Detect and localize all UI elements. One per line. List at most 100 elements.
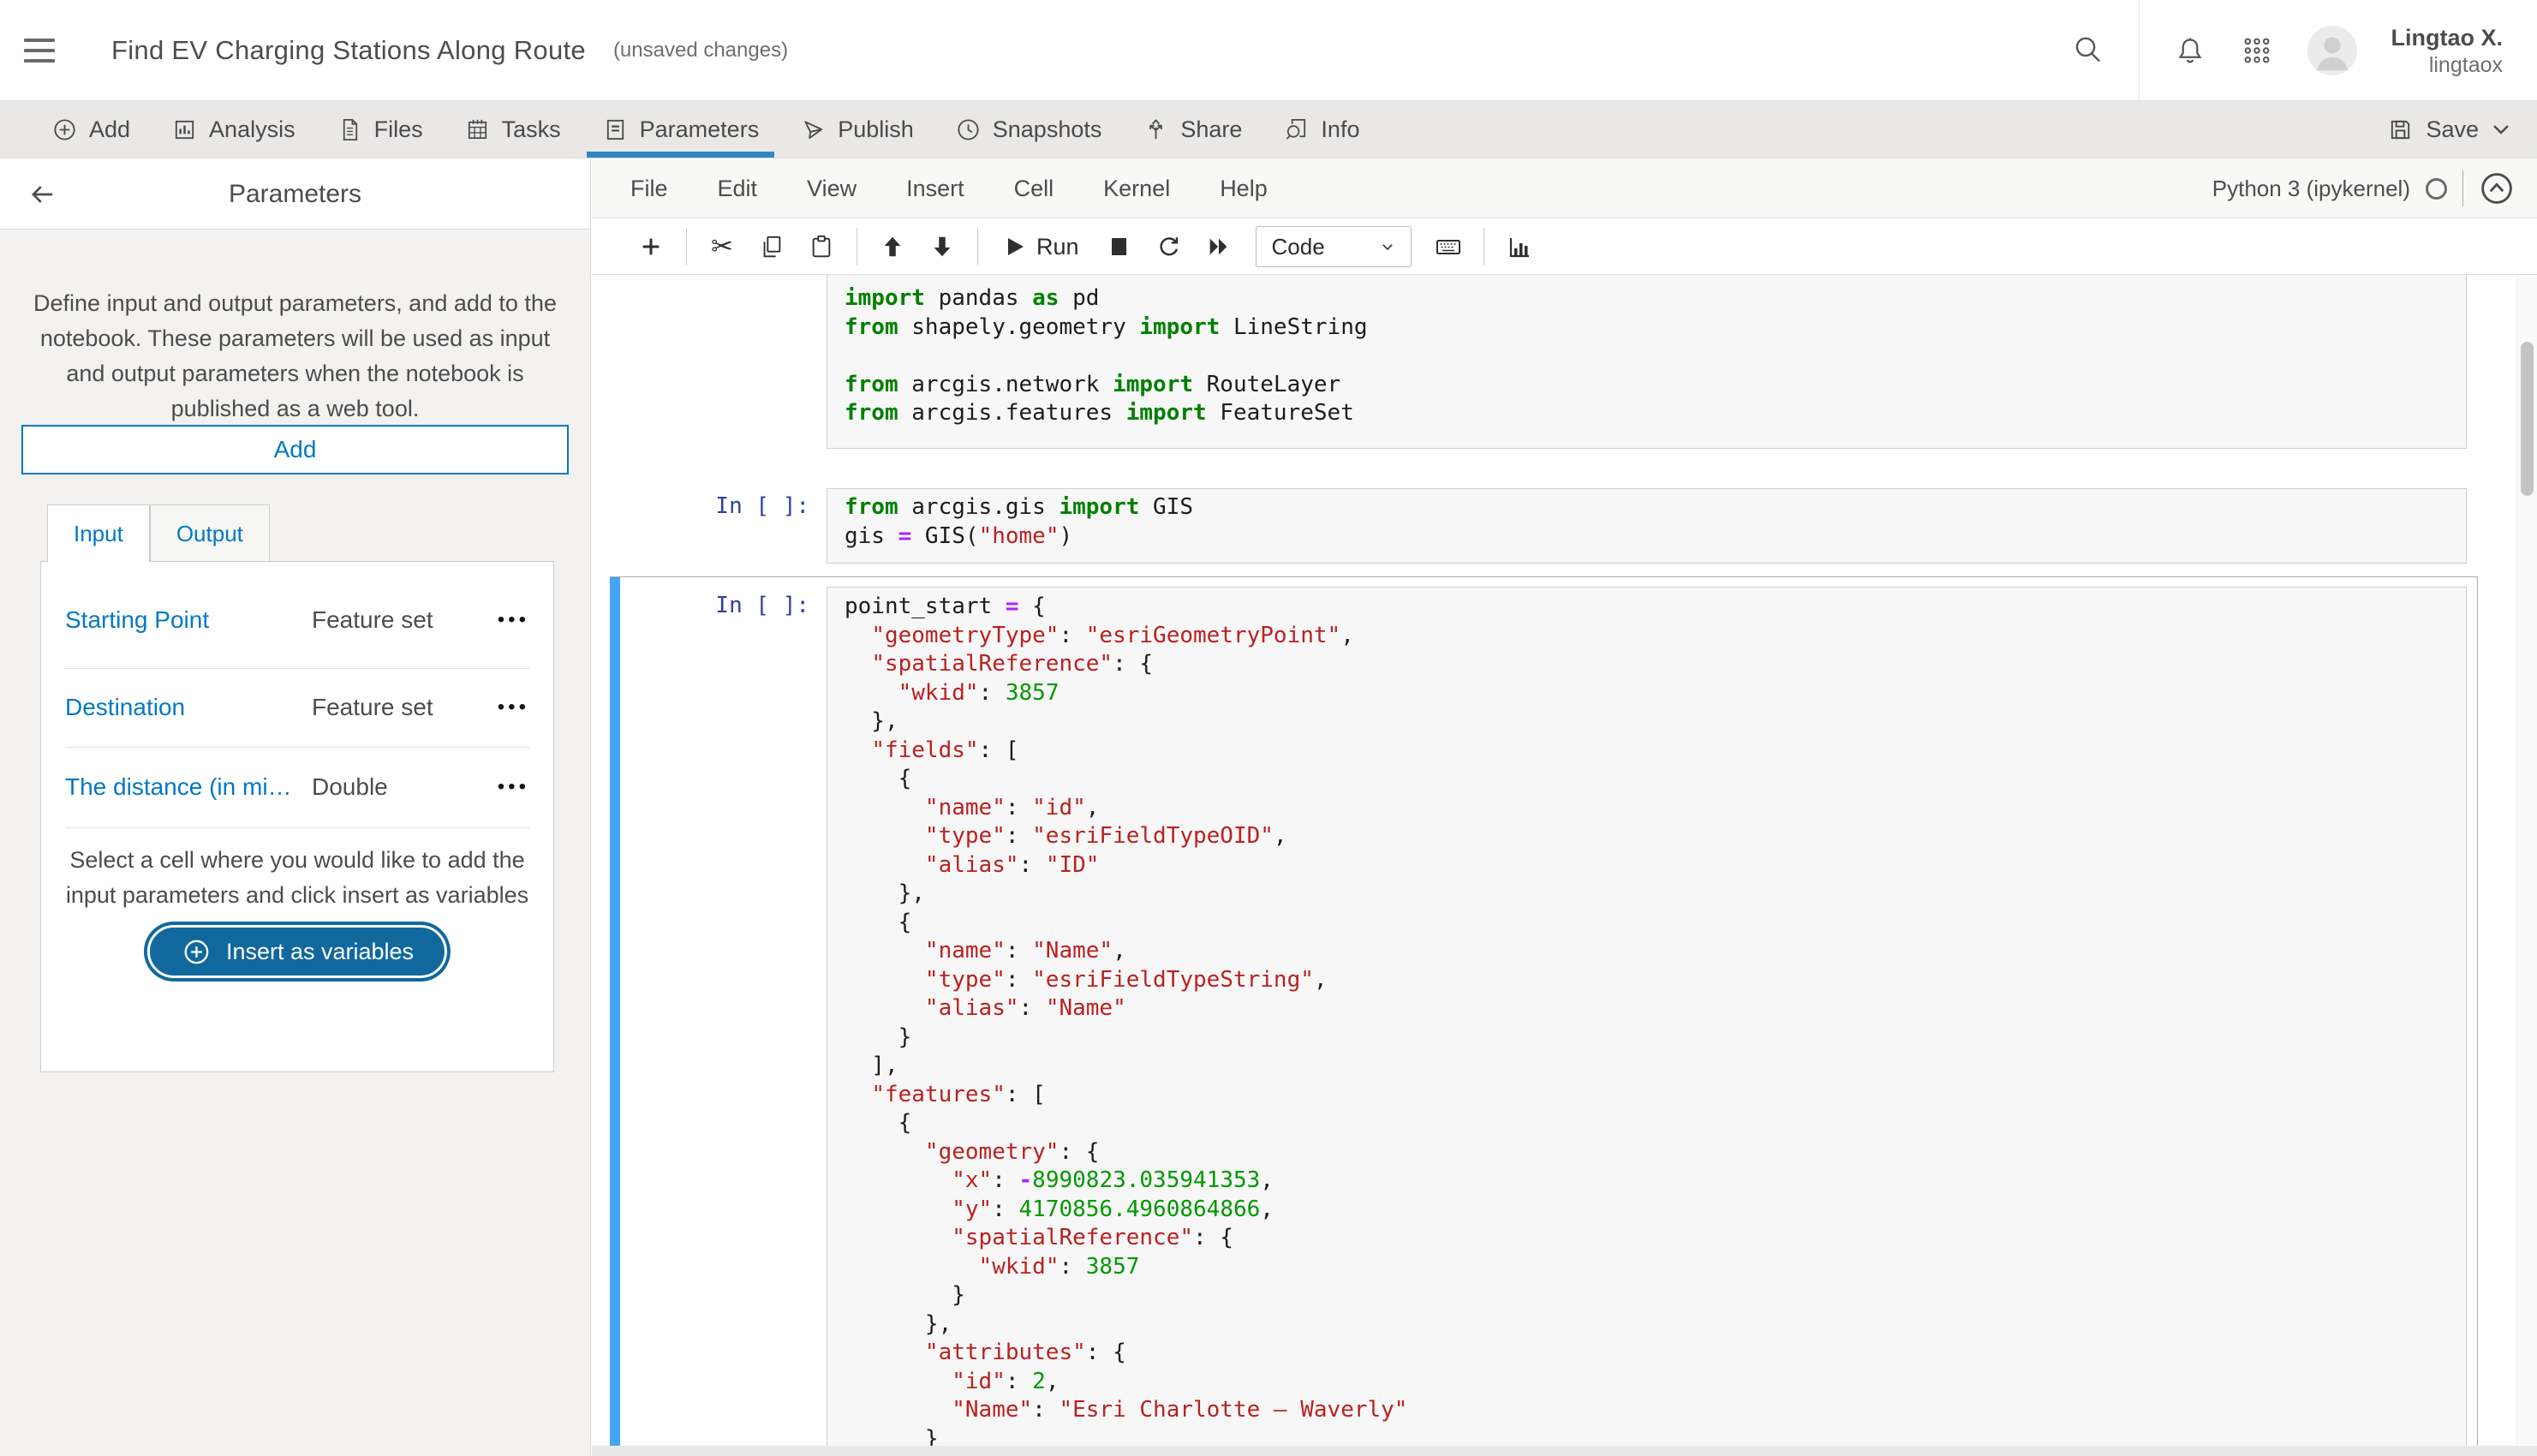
hamburger-menu-icon[interactable]: [24, 32, 55, 69]
toolbar-divider: [686, 228, 687, 266]
scissors-icon: ✂: [711, 231, 733, 261]
menu-view[interactable]: View: [807, 176, 857, 202]
parameters-panel-header: Parameters: [0, 159, 590, 230]
open-command-chart-button[interactable]: [1495, 224, 1544, 269]
panel-title: Parameters: [228, 179, 362, 208]
search-icon[interactable]: [2072, 34, 2104, 67]
ribbon-item-share[interactable]: Share: [1122, 101, 1263, 158]
parameter-more-menu[interactable]: •••: [498, 608, 529, 632]
avatar[interactable]: [2307, 25, 2357, 75]
menu-file[interactable]: File: [630, 176, 668, 202]
notebook-menubar: File Edit View Insert Cell Kernel Help P…: [592, 159, 2537, 218]
ribbon-item-analysis[interactable]: Analysis: [151, 101, 316, 158]
parameter-list-card: Starting Point Feature set ••• Destinati…: [40, 561, 554, 1072]
command-palette-button[interactable]: [1424, 224, 1473, 269]
insert-instruction: Select a cell where you would like to ad…: [65, 847, 529, 908]
app-grid-icon[interactable]: [2241, 34, 2273, 67]
ribbon-label: Share: [1180, 116, 1243, 142]
parameter-more-menu[interactable]: •••: [498, 775, 529, 799]
ribbon-item-add[interactable]: Add: [31, 101, 151, 158]
ribbon-label: Publish: [838, 116, 914, 142]
ribbon-item-info[interactable]: Info: [1263, 101, 1380, 158]
top-header: Find EV Charging Stations Along Route (u…: [0, 0, 2537, 101]
code-cell-gis[interactable]: from arcgis.gis import GIS gis = GIS("hom…: [827, 488, 2467, 564]
add-cell-button[interactable]: [626, 224, 676, 269]
ribbon-item-parameters[interactable]: Parameters: [582, 101, 780, 158]
toolbar-divider: [977, 228, 978, 266]
cell-prompt: In [ ]:: [715, 593, 809, 618]
menu-help[interactable]: Help: [1220, 176, 1268, 202]
notebook-content: import pandas as pd from shapely.geometry…: [592, 275, 2537, 1456]
ribbon-label: Info: [1321, 116, 1360, 142]
parameter-row: Starting Point Feature set •••: [65, 581, 529, 659]
tab-output[interactable]: Output: [149, 504, 270, 563]
header-divider: [2138, 0, 2140, 101]
vertical-scrollbar-thumb[interactable]: [2521, 342, 2534, 496]
vertical-scrollbar[interactable]: [2516, 275, 2537, 1446]
cell-type-value: Code: [1271, 233, 1325, 260]
save-label: Save: [2426, 116, 2479, 142]
run-all-button[interactable]: [1194, 224, 1244, 269]
tab-input[interactable]: Input: [47, 504, 150, 563]
parameters-panel: Parameters Define input and output param…: [0, 159, 591, 1456]
user-block[interactable]: Lingtao X. lingtaox: [2391, 23, 2504, 78]
notebook-toolbar: ✂ Run Code: [592, 219, 2537, 275]
parameter-more-menu[interactable]: •••: [498, 695, 529, 719]
run-cell-button[interactable]: Run: [988, 234, 1095, 260]
parameter-name-link[interactable]: Destination: [65, 694, 312, 721]
add-parameter-button[interactable]: Add: [21, 425, 569, 474]
run-label: Run: [1036, 233, 1079, 260]
parameter-row: The distance (in mi… Double •••: [65, 748, 529, 826]
parameter-type: Feature set: [312, 694, 433, 720]
code-cell-imports[interactable]: import pandas as pd from shapely.geometry…: [827, 275, 2467, 449]
menu-cell[interactable]: Cell: [1014, 176, 1054, 202]
ribbon-label: Snapshots: [992, 116, 1102, 142]
cut-cell-button[interactable]: ✂: [697, 224, 747, 269]
kernel-name: Python 3 (ipykernel): [2212, 175, 2410, 201]
insert-button-label: Insert as variables: [225, 938, 415, 964]
menu-edit[interactable]: Edit: [718, 176, 758, 202]
save-button[interactable]: Save: [2387, 101, 2511, 158]
ribbon-item-tasks[interactable]: Tasks: [444, 101, 582, 158]
ribbon-item-publish[interactable]: Publish: [779, 101, 934, 158]
copy-cell-button[interactable]: [747, 224, 797, 269]
move-cell-down-button[interactable]: [917, 224, 967, 269]
parameter-type: Double: [312, 773, 388, 800]
row-divider: [65, 827, 529, 828]
ribbon-item-files[interactable]: Files: [316, 101, 444, 158]
ribbon-label: Parameters: [639, 116, 760, 142]
selected-cell-indicator: [610, 577, 620, 1456]
parameter-name-link[interactable]: The distance (in mi…: [65, 773, 312, 801]
page-title: Find EV Charging Stations Along Route: [111, 34, 586, 65]
toolbar-divider: [1483, 228, 1484, 266]
run-icon: [1008, 238, 1024, 255]
parameter-row: Destination Feature set •••: [65, 668, 529, 747]
panel-description: Define input and output parameters, and …: [33, 290, 557, 421]
ribbon-item-snapshots[interactable]: Snapshots: [934, 101, 1123, 158]
move-cell-up-button[interactable]: [868, 224, 917, 269]
cell-prompt: In [ ]:: [715, 493, 809, 519]
collapse-header-icon[interactable]: [2479, 170, 2515, 206]
code-cell-point-start[interactable]: point_start = { "geometryType": "esriGeo…: [827, 587, 2467, 1456]
horizontal-scrollbar[interactable]: [592, 1446, 2537, 1456]
notifications-bell-icon[interactable]: [2174, 34, 2206, 67]
chevron-down-icon: [1382, 244, 1393, 251]
user-name: Lingtao X.: [2391, 24, 2504, 51]
chevron-down-icon: [2493, 125, 2509, 134]
notebook-pane: File Edit View Insert Cell Kernel Help P…: [592, 159, 2537, 1456]
plus-circle-icon: [184, 940, 209, 964]
menu-kernel[interactable]: Kernel: [1103, 176, 1170, 202]
kernel-divider: [2462, 170, 2463, 206]
paste-cell-button[interactable]: [797, 224, 846, 269]
ribbon-label: Files: [373, 116, 423, 142]
insert-as-variables-button[interactable]: Insert as variables: [146, 925, 448, 978]
app-window: Find EV Charging Stations Along Route (u…: [0, 0, 2537, 1456]
restart-kernel-button[interactable]: [1144, 224, 1194, 269]
interrupt-kernel-button[interactable]: [1095, 224, 1144, 269]
parameter-type: Feature set: [312, 606, 433, 633]
cell-type-select[interactable]: Code: [1255, 226, 1412, 267]
kernel-status-icon: [2426, 177, 2447, 200]
menu-insert[interactable]: Insert: [906, 176, 964, 202]
unsaved-changes-badge: (unsaved changes): [612, 38, 789, 62]
parameter-name-link[interactable]: Starting Point: [65, 606, 312, 634]
